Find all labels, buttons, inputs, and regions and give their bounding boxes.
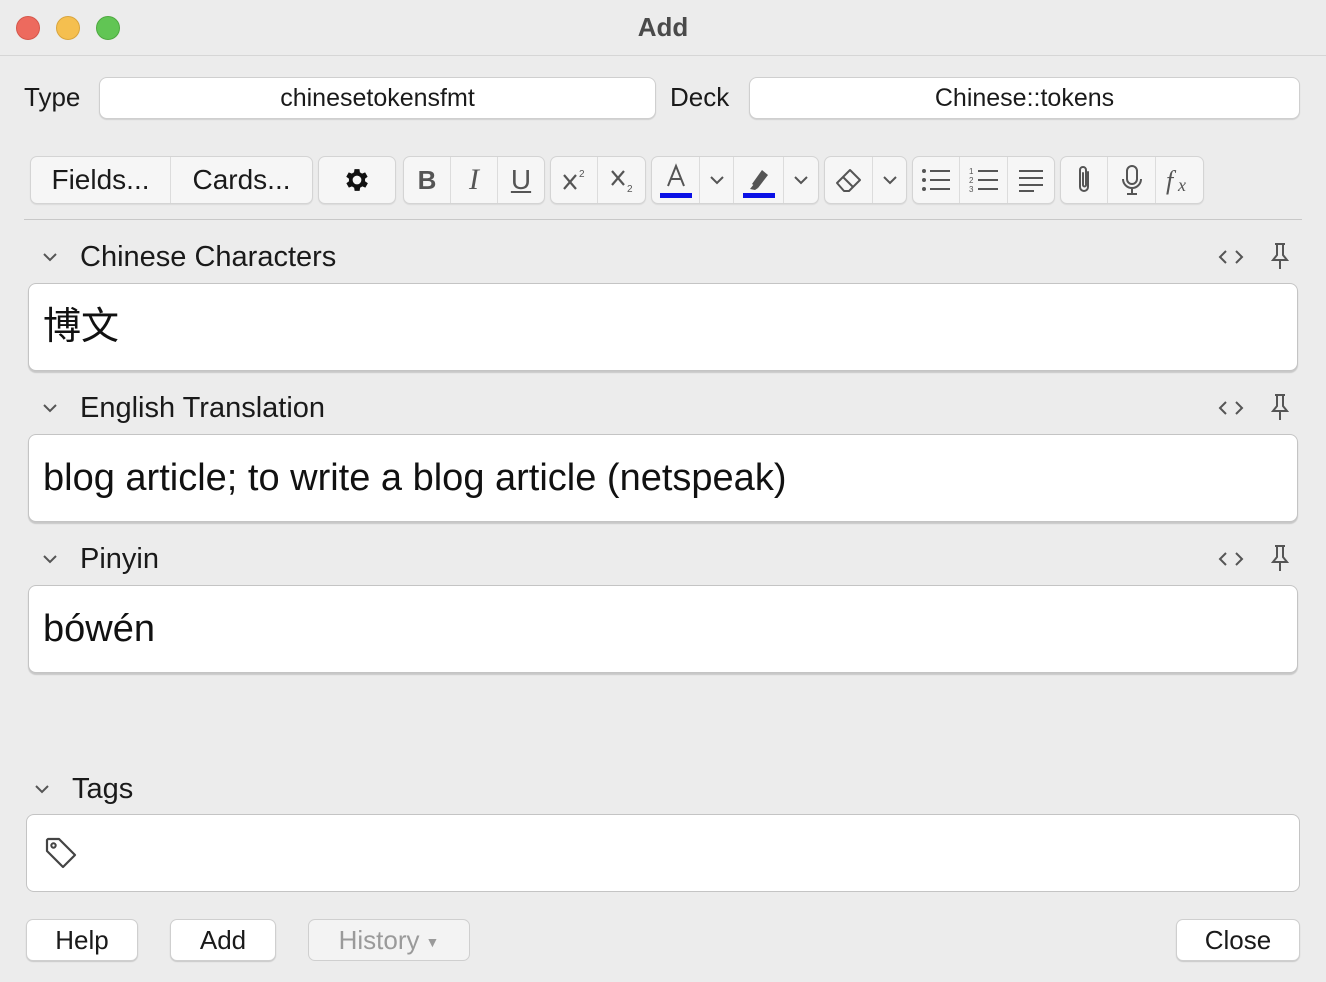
media-group: fx	[1060, 156, 1204, 204]
pin-icon[interactable]	[1268, 392, 1292, 422]
field-label: Chinese Characters	[80, 241, 337, 273]
eraser-icon[interactable]	[825, 157, 873, 203]
eraser-group	[824, 156, 907, 204]
html-editor-toggle-icon[interactable]	[1216, 545, 1246, 573]
options-group	[318, 156, 396, 204]
html-editor-toggle-icon[interactable]	[1216, 394, 1246, 422]
gear-icon[interactable]	[319, 157, 395, 203]
bold-icon[interactable]: B	[404, 157, 451, 203]
cards-button[interactable]: Cards...	[171, 157, 312, 203]
microphone-icon[interactable]	[1108, 157, 1156, 203]
color-group	[651, 156, 819, 204]
chinese-characters-editor[interactable]: 博文	[28, 283, 1298, 371]
toolbar-divider	[24, 219, 1302, 220]
title-bar: Add	[0, 0, 1326, 56]
svg-text:2: 2	[627, 184, 633, 195]
svg-text:f: f	[1166, 166, 1177, 195]
add-button[interactable]: Add	[170, 919, 276, 961]
svg-text:x: x	[1177, 175, 1186, 195]
numbered-list-icon[interactable]: 123	[960, 157, 1008, 203]
attachment-icon[interactable]	[1061, 157, 1108, 203]
subscript-icon[interactable]: 2	[598, 157, 645, 203]
deck-selector[interactable]: Chinese::tokens	[749, 77, 1300, 119]
underline-icon[interactable]: U	[498, 157, 544, 203]
collapse-chevron-icon[interactable]	[38, 245, 62, 269]
function-icon[interactable]: fx	[1156, 157, 1203, 203]
deck-label: Deck	[670, 82, 730, 112]
window-title: Add	[637, 12, 689, 42]
note-type-selector[interactable]: chinesetokensfmt	[99, 77, 656, 119]
script-group: 2 2	[550, 156, 646, 204]
svg-text:2: 2	[579, 169, 585, 180]
text-color-dropdown-chevron-icon[interactable]	[700, 157, 734, 203]
history-dropdown-caret-icon: ▼	[425, 934, 440, 951]
text-format-group: B I U	[403, 156, 545, 204]
close-button[interactable]: Close	[1176, 919, 1300, 961]
collapse-chevron-icon[interactable]	[38, 547, 62, 571]
collapse-chevron-icon[interactable]	[38, 396, 62, 420]
pin-icon[interactable]	[1268, 543, 1292, 573]
field-header: Chinese Characters	[38, 239, 1298, 275]
highlight-dropdown-chevron-icon[interactable]	[784, 157, 818, 203]
tag-icon	[45, 837, 77, 869]
field-label: English Translation	[80, 392, 326, 424]
add-window: Add Type chinesetokensfmt Deck Chinese::…	[0, 0, 1326, 982]
field-header: English Translation	[38, 390, 1298, 426]
list-group: 123	[912, 156, 1055, 204]
history-button[interactable]: History ▼	[308, 919, 470, 961]
text-color-icon[interactable]	[652, 157, 700, 203]
svg-text:1: 1	[969, 167, 974, 176]
help-button[interactable]: Help	[26, 919, 138, 961]
tags-editor[interactable]	[26, 814, 1300, 892]
notetype-buttons-group: Fields... Cards...	[30, 156, 313, 204]
align-icon[interactable]	[1008, 157, 1054, 203]
pinyin-editor[interactable]: bówén	[28, 585, 1298, 673]
superscript-icon[interactable]: 2	[551, 157, 598, 203]
fields-button[interactable]: Fields...	[31, 157, 171, 203]
field-label: Pinyin	[80, 543, 159, 575]
english-translation-editor[interactable]: blog article; to write a blog article (n…	[28, 434, 1298, 522]
highlight-icon[interactable]	[734, 157, 784, 203]
history-label: History	[338, 925, 420, 955]
tags-label: Tags	[72, 773, 134, 805]
svg-text:3: 3	[969, 185, 974, 194]
type-label: Type	[24, 82, 81, 112]
html-editor-toggle-icon[interactable]	[1216, 243, 1246, 271]
field-header: Pinyin	[38, 541, 1298, 577]
italic-icon[interactable]: I	[451, 157, 498, 203]
collapse-chevron-icon[interactable]	[30, 777, 54, 801]
svg-text:2: 2	[969, 176, 974, 185]
bullet-list-icon[interactable]	[913, 157, 960, 203]
pin-icon[interactable]	[1268, 241, 1292, 271]
tags-header: Tags	[30, 771, 1290, 807]
eraser-dropdown-chevron-icon[interactable]	[873, 157, 906, 203]
